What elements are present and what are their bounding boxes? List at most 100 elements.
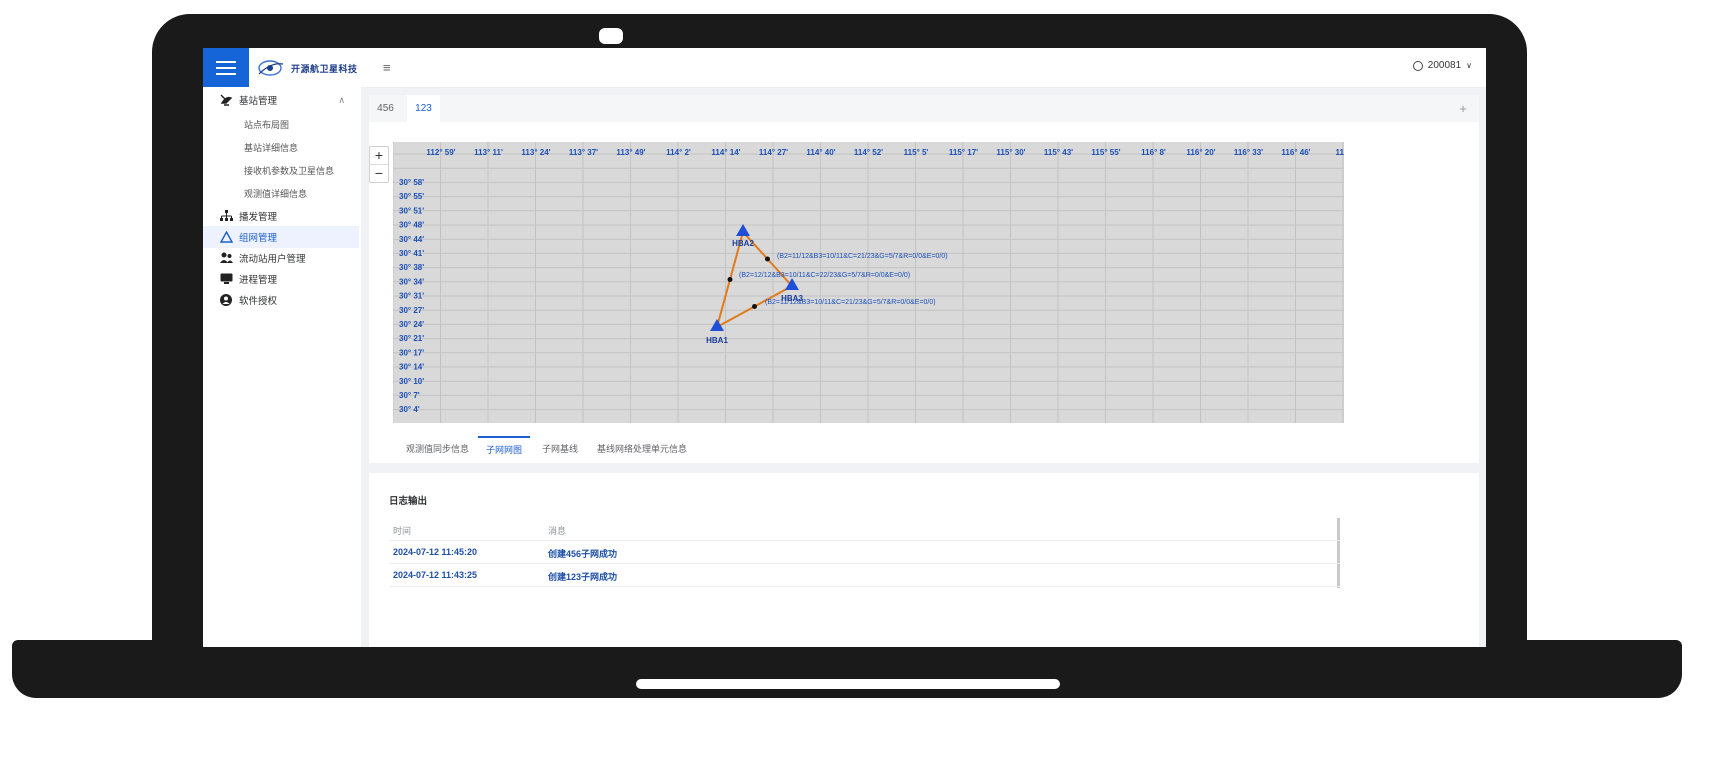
sidebar-item-label: 组网管理 <box>239 233 278 244</box>
latitude-label: 30° 41' <box>399 249 424 258</box>
menu-toggle-button[interactable] <box>203 48 249 87</box>
subnet-map[interactable]: 112° 59' 113° 11' 113° 24' 113° 37' 113° 49'… <box>393 142 1344 423</box>
latitude-label: 30° 24' <box>399 320 424 329</box>
sidebar: 基站管理 ∧ 站点布局图 基站详细信息 接收机参数及卫星信息 观测值详细信息 播… <box>203 87 361 647</box>
brand-logo: 开源航卫星科技 <box>257 55 358 81</box>
longitude-label: 114° 52' <box>854 148 883 157</box>
sidebar-subitem-station-details[interactable]: 基站详细信息 <box>244 141 298 154</box>
collapse-sidebar-icon[interactable]: ≡ <box>383 60 391 75</box>
latitude-label: 30° 34' <box>399 277 424 286</box>
latitude-label: 30° 27' <box>399 306 424 315</box>
sidebar-item-label: 进程管理 <box>239 275 278 286</box>
webcam <box>596 25 626 47</box>
log-message: 创建123子网成功 <box>548 572 618 582</box>
longitude-label: 114° 2' <box>666 148 691 157</box>
user-menu[interactable]: 200081 ∨ <box>1412 60 1472 71</box>
latitude-label: 30° 48' <box>399 221 424 230</box>
longitude-label: 115° 5' <box>904 148 929 157</box>
longitude-label: 113° 49' <box>616 148 645 157</box>
sidebar-subitem-observation-details[interactable]: 观测值详细信息 <box>244 187 307 200</box>
table-row: 2024-07-12 11:43:25 创建123子网成功 <box>389 564 1340 587</box>
sidebar-item-label: 播发管理 <box>239 212 278 223</box>
longitude-label: 116° 8' <box>1141 148 1166 157</box>
latitude-label: 30° 44' <box>399 235 424 244</box>
log-card: 日志输出 时间 消息 2024-07-12 11:45:20 创建456子网成功… <box>369 473 1479 647</box>
network-triangle-icon <box>219 231 233 243</box>
sidebar-item-broadcast[interactable]: 播发管理 <box>203 205 359 227</box>
subtab-observation-sync[interactable]: 观测值同步信息 <box>406 436 469 463</box>
baseline-label: (B2=12/12&B3=10/11&C=22/23&G=5/7&R=0/0&E… <box>739 272 910 279</box>
chevron-up-icon: ∧ <box>338 94 345 105</box>
app-screen: 开源航卫星科技 ≡ 200081 ∨ 基站管理 ∧ 站点布局图 基站详细信息 接… <box>203 48 1486 647</box>
tab-123[interactable]: 123 <box>407 95 440 122</box>
longitude-label: 116° 33' <box>1234 148 1263 157</box>
column-header-time: 时间 <box>393 526 412 536</box>
sidebar-item-label: 软件授权 <box>239 296 278 307</box>
sidebar-item-license[interactable]: 软件授权 <box>203 289 359 311</box>
latitude-label: 30° 10' <box>399 377 424 386</box>
laptop-base <box>12 640 1682 698</box>
longitude-label: 114° 14' <box>711 148 740 157</box>
latitude-label: 30° 21' <box>399 334 424 343</box>
subnet-map-card: 112° 59' 113° 11' 113° 24' 113° 37' 113° 49'… <box>369 122 1479 463</box>
chevron-down-icon: ∨ <box>1466 61 1472 70</box>
subtab-subnet-map[interactable]: 子网网图 <box>478 436 531 463</box>
satellite-dish-icon <box>219 94 233 106</box>
zoom-in-button[interactable]: + <box>370 147 388 164</box>
longitude-label: 115° 30' <box>996 148 1025 157</box>
longitude-label: 116° <box>1335 148 1344 157</box>
laptop-slot <box>76 707 184 716</box>
longitude-label: 115° 43' <box>1044 148 1073 157</box>
laptop-light-3 <box>1435 700 1469 724</box>
subtab-subnet-baselines[interactable]: 子网基线 <box>542 436 578 463</box>
subnet-subtabs: 观测值同步信息 子网网图 子网基线 基线网络处理单元信息 <box>369 436 1479 463</box>
laptop-light-2 <box>1385 700 1419 724</box>
sidebar-item-station-management[interactable]: 基站管理 ∧ <box>203 89 359 111</box>
longitude-label: 116° 46' <box>1281 148 1310 157</box>
longitude-label: 115° 55' <box>1091 148 1120 157</box>
tab-456[interactable]: 456 <box>369 95 402 122</box>
laptop-light-1 <box>1333 700 1367 724</box>
monitor-icon <box>219 273 233 285</box>
station-label: HBA3 <box>781 294 803 303</box>
map-zoom-control: + − <box>369 146 389 183</box>
user-icon <box>1412 60 1423 71</box>
baseline-label: (B2=11/12&B3=10/11&C=21/23&G=5/7&R=0/0&E… <box>777 253 948 260</box>
log-title: 日志输出 <box>389 496 428 507</box>
latitude-label: 30° 17' <box>399 348 424 357</box>
longitude-label: 113° 37' <box>569 148 598 157</box>
station-label: HBA2 <box>732 239 754 248</box>
log-header-row: 时间 消息 <box>389 518 1340 541</box>
sidebar-subitem-receiver-params[interactable]: 接收机参数及卫星信息 <box>244 164 334 177</box>
sidebar-subitem-site-layout[interactable]: 站点布局图 <box>244 118 289 131</box>
log-message: 创建456子网成功 <box>548 549 618 559</box>
longitude-label: 113° 11' <box>474 148 503 157</box>
sidebar-item-rover-users[interactable]: 流动站用户管理 <box>203 247 359 269</box>
subtab-baseline-processing[interactable]: 基线网络处理单元信息 <box>597 436 687 463</box>
log-time: 2024-07-12 11:43:25 <box>393 570 478 580</box>
sidebar-item-label: 流动站用户管理 <box>239 254 306 265</box>
add-tab-button[interactable]: + <box>1453 95 1473 122</box>
latitude-label: 30° 4' <box>399 405 420 414</box>
latitude-label: 30° 38' <box>399 263 424 272</box>
latitude-label: 30° 31' <box>399 292 424 301</box>
sidebar-item-process[interactable]: 进程管理 <box>203 268 359 290</box>
log-time: 2024-07-12 11:45:20 <box>393 547 478 557</box>
user-circle-icon <box>219 294 233 306</box>
user-name: 200081 <box>1427 60 1462 71</box>
sidebar-item-networking[interactable]: 组网管理 <box>203 226 359 248</box>
subnet-tabs: 456 123 + <box>369 95 1479 123</box>
longitude-label: 114° 27' <box>759 148 788 157</box>
latitude-label: 30° 51' <box>399 206 424 215</box>
baseline-midpoint <box>727 277 733 282</box>
latitude-label: 30° 14' <box>399 363 424 372</box>
longitude-label: 112° 59' <box>426 148 455 157</box>
satellite-logo-icon <box>258 60 284 76</box>
longitude-label: 113° 24' <box>521 148 550 157</box>
latitude-label: 30° 58' <box>399 178 424 187</box>
brand-name: 开源航卫星科技 <box>291 63 358 74</box>
zoom-out-button[interactable]: − <box>370 164 388 182</box>
baseline-midpoint <box>765 256 770 262</box>
latitude-label: 30° 55' <box>399 192 424 201</box>
top-bar: 开源航卫星科技 ≡ 200081 ∨ <box>203 48 1486 88</box>
